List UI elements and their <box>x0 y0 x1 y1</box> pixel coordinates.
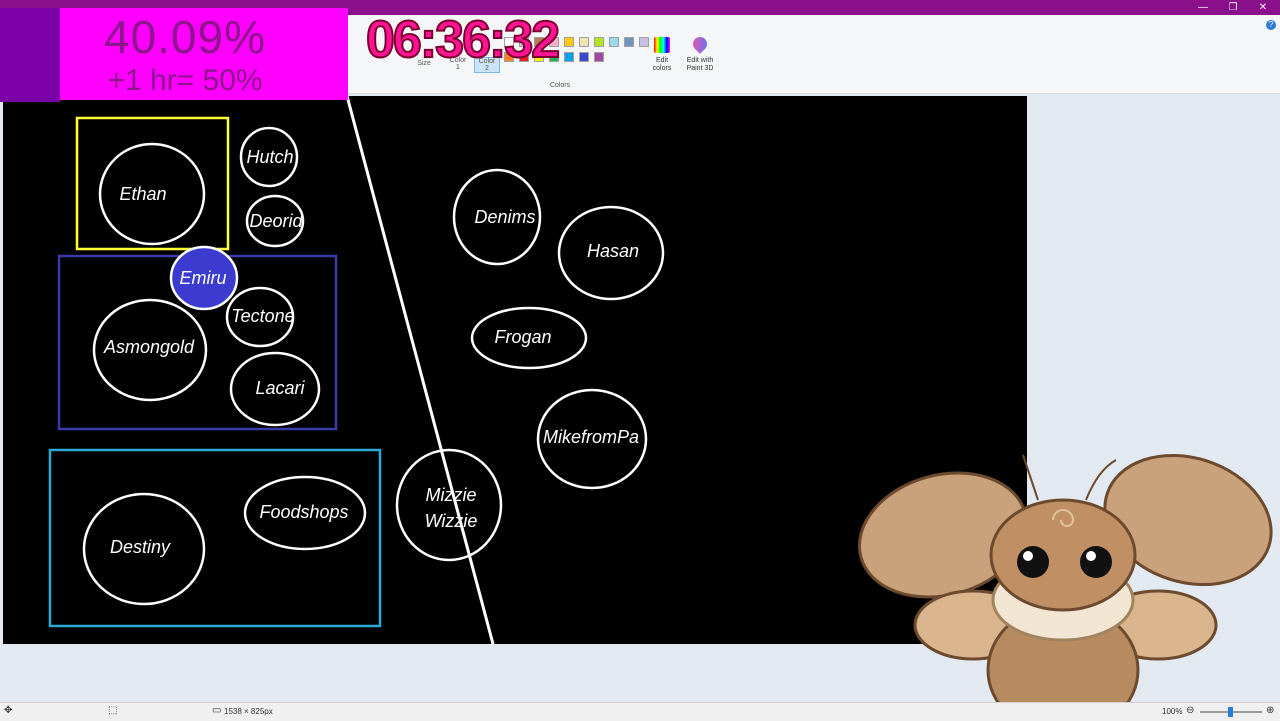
color-swatch[interactable] <box>579 52 589 62</box>
restore-button[interactable]: ❐ <box>1218 0 1248 15</box>
node-asmongold: Asmongold <box>92 298 208 402</box>
svg-text:Foodshops: Foodshops <box>259 502 348 522</box>
svg-text:Destiny: Destiny <box>110 537 171 557</box>
zoom-out-button[interactable]: ⊖ <box>1186 705 1194 716</box>
svg-text:Emiru: Emiru <box>179 268 226 288</box>
svg-text:Hutch: Hutch <box>246 147 293 167</box>
node-foodshops: Foodshops <box>243 475 367 551</box>
svg-text:Frogan: Frogan <box>494 327 551 347</box>
edit-with-paint3d-button[interactable]: Edit with Paint 3D <box>680 34 720 73</box>
moth-mascot-image <box>858 453 1273 720</box>
node-mizzie-wizzie: Mizzie Wizzie <box>395 448 503 562</box>
svg-text:Tectone: Tectone <box>231 306 294 326</box>
zoom-slider-thumb[interactable] <box>1228 707 1233 717</box>
status-bar: ✥ ⬚ ▭ 1538 × 825px 100% ⊖ ⊕ <box>0 702 1280 721</box>
node-emiru: Emiru <box>169 245 239 311</box>
svg-text:MikefromPa: MikefromPa <box>543 427 639 447</box>
svg-text:Denims: Denims <box>474 207 535 227</box>
help-icon[interactable]: ? <box>1266 20 1276 30</box>
svg-text:Mizzie: Mizzie <box>425 485 476 505</box>
stream-timer: 06:36:32 <box>365 10 561 70</box>
color-swatch[interactable] <box>594 37 604 47</box>
svg-text:Wizzie: Wizzie <box>425 511 478 531</box>
zoom-level: 100% <box>1162 707 1183 716</box>
node-tectone: Tectone <box>225 286 295 348</box>
node-ethan: Ethan <box>98 142 206 246</box>
node-deorid: Deorid <box>245 194 305 248</box>
zoom-slider[interactable] <box>1200 707 1262 717</box>
node-mikefrompa: MikefromPa <box>536 388 648 490</box>
minimize-button[interactable]: — <box>1188 0 1218 15</box>
colors-group-label: Colors <box>549 82 571 89</box>
svg-text:Lacari: Lacari <box>255 378 305 398</box>
svg-text:Ethan: Ethan <box>119 184 166 204</box>
group-box-cyan <box>48 448 382 628</box>
svg-text:Asmongold: Asmongold <box>103 337 195 357</box>
overlay-purple-block <box>0 8 60 102</box>
edit-colors-button[interactable]: Edit colors <box>646 37 678 73</box>
node-denims: Denims <box>452 168 542 266</box>
color-wheel-icon <box>654 37 670 53</box>
canvas-size-icon: ▭ <box>212 705 222 716</box>
selection-icon: ⬚ <box>108 705 118 716</box>
zoom-in-button[interactable]: ⊕ <box>1266 705 1274 716</box>
svg-text:Hasan: Hasan <box>587 241 639 261</box>
svg-text:Deorid: Deorid <box>249 211 303 231</box>
color-swatch[interactable] <box>609 37 619 47</box>
color-swatch[interactable] <box>579 37 589 47</box>
node-hasan: Hasan <box>557 205 665 301</box>
node-destiny: Destiny <box>82 492 206 606</box>
color-swatch[interactable] <box>564 52 574 62</box>
color-swatch[interactable] <box>594 52 604 62</box>
node-hutch: Hutch <box>239 126 299 188</box>
canvas-size: 1538 × 825px <box>224 707 273 716</box>
paint3d-icon <box>690 34 710 54</box>
progress-percent: 40.09% <box>103 11 266 63</box>
close-button[interactable]: ✕ <box>1248 0 1278 15</box>
progress-note: +1 hr= 50% <box>107 64 263 97</box>
color-swatch[interactable] <box>624 37 634 47</box>
node-frogan: Frogan <box>470 306 588 370</box>
color-swatch[interactable] <box>564 37 574 47</box>
move-icon: ✥ <box>4 705 13 716</box>
node-lacari: Lacari <box>229 351 321 427</box>
